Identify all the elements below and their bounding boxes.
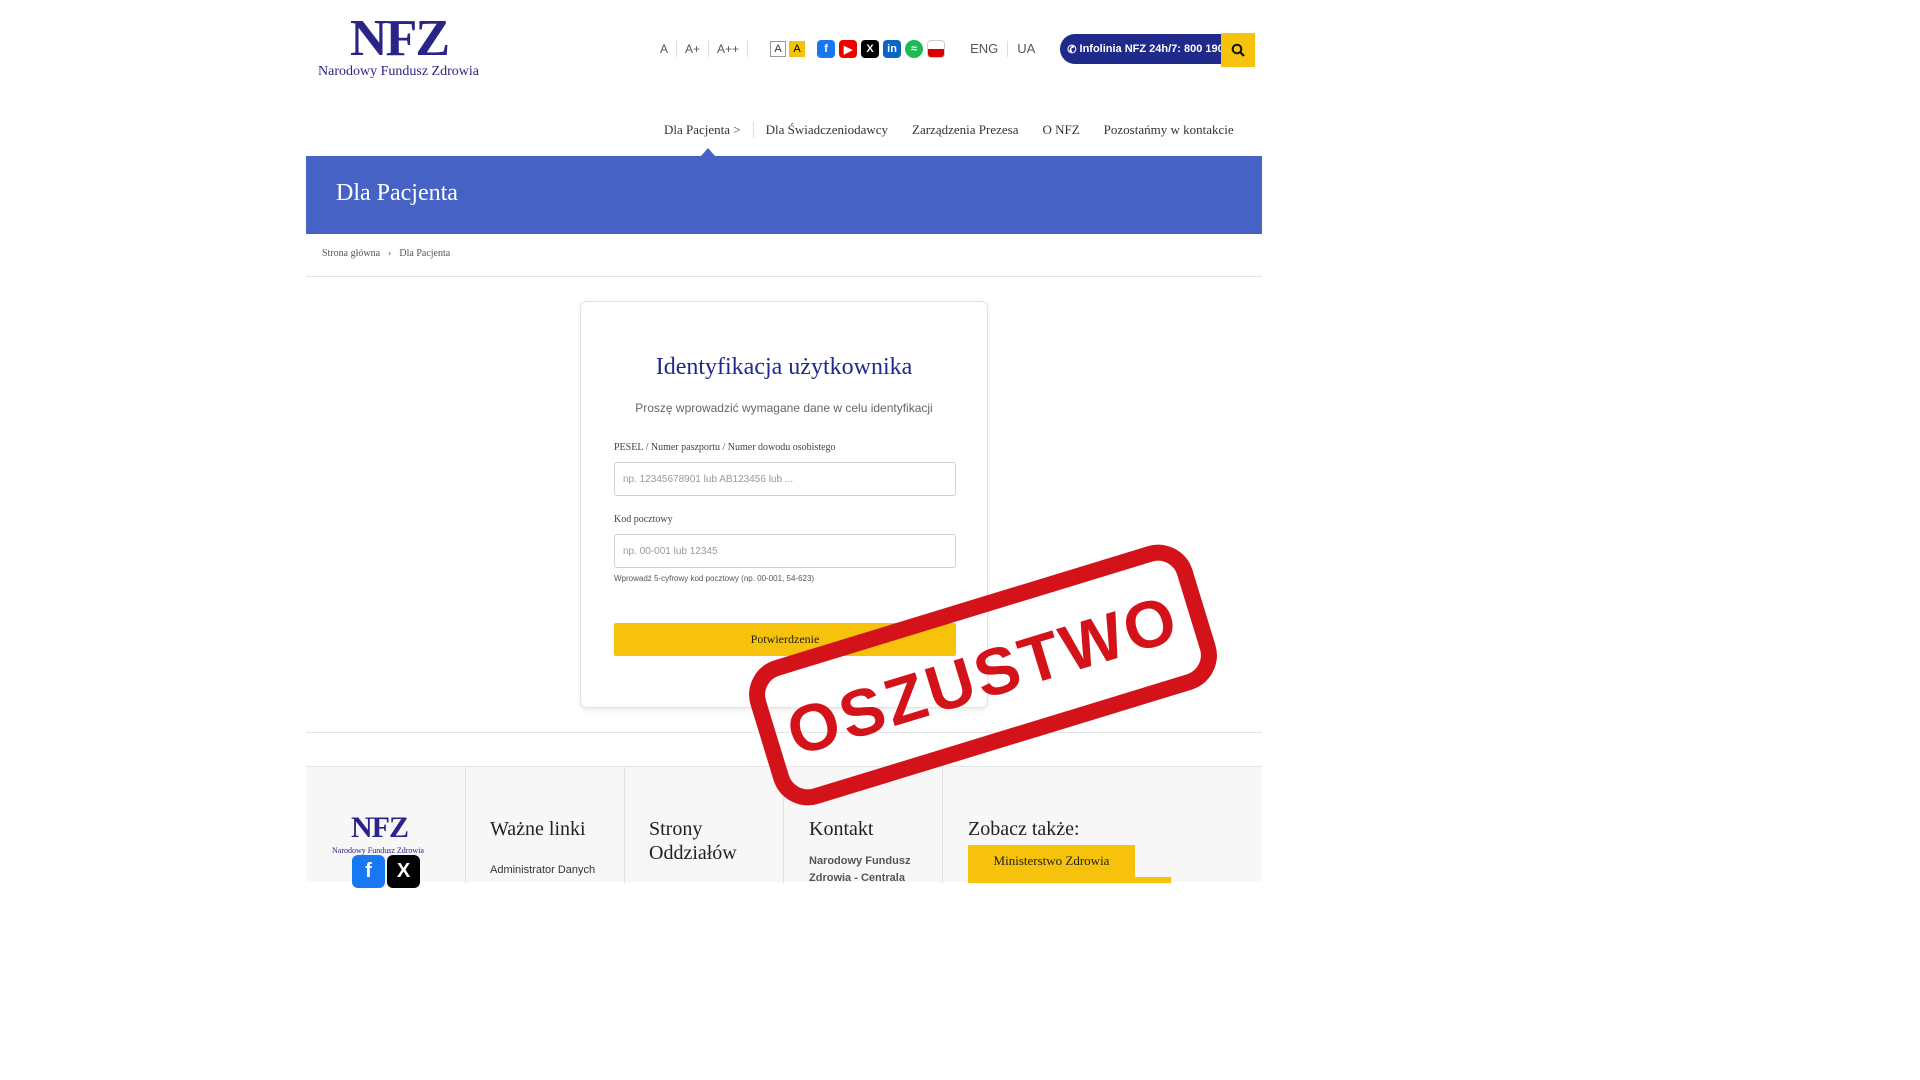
- footer: NFZ Narodowy Fundusz Zdrowia f X Ważne l…: [306, 766, 1262, 888]
- nav-pozostanmy-w-kontakcie[interactable]: Pozostańmy w kontakcie: [1092, 122, 1246, 138]
- contrast-high[interactable]: A: [789, 41, 806, 57]
- footer-x-icon[interactable]: X: [387, 855, 420, 888]
- form-title: Identyfikacja użytkownika: [655, 354, 913, 380]
- divider: [306, 276, 1262, 277]
- breadcrumb: Strona główna › Dla Pacjenta: [322, 248, 450, 259]
- footer-links-title: Ważne linki: [490, 818, 586, 840]
- breadcrumb-home[interactable]: Strona główna: [322, 248, 380, 259]
- id-number-input[interactable]: [614, 462, 956, 496]
- footer-facebook-icon[interactable]: f: [352, 855, 385, 888]
- font-size-large[interactable]: A+: [677, 41, 710, 57]
- logo-text: Narodowy Fundusz Zdrowia: [318, 64, 479, 79]
- nav-active-caret: [701, 148, 715, 156]
- identification-card: Identyfikacja użytkownika Proszę wprowad…: [580, 301, 988, 708]
- postal-code-label: Kod pocztowy: [614, 514, 673, 525]
- lang-eng[interactable]: ENG: [961, 41, 1009, 57]
- bip-icon[interactable]: [927, 40, 946, 58]
- search-button[interactable]: [1221, 33, 1255, 67]
- footer-link-administrator[interactable]: Administrator Danych: [490, 864, 595, 876]
- x-icon[interactable]: X: [861, 40, 880, 58]
- breadcrumb-current: Dla Pacjenta: [399, 248, 451, 259]
- nav-o-nfz[interactable]: O NFZ: [1030, 122, 1091, 138]
- footer-col-branches: Strony Oddziałów: [625, 767, 784, 883]
- contrast-switch: A A: [770, 41, 806, 57]
- breadcrumb-separator-icon: ›: [388, 248, 392, 259]
- ministerstwo-zdrowia-button[interactable]: Ministerstwo Zdrowia: [968, 845, 1135, 877]
- footer-col-links: Ważne linki Administrator Danych: [466, 767, 625, 883]
- page-title: Dla Pacjenta: [336, 180, 458, 206]
- nav-dla-pacjenta[interactable]: Dla Pacjenta >: [652, 122, 754, 138]
- postal-code-hint: Wprowadź 5-cyfrowy kod pocztowy (np. 00-…: [614, 574, 815, 583]
- footer-contact-text: Narodowy Fundusz Zdrowia - Centrala: [809, 855, 911, 884]
- footer-see-also-title: Zobacz także:: [968, 818, 1080, 840]
- contrast-default[interactable]: A: [770, 41, 787, 57]
- nav-zarzadzenia-prezesa[interactable]: Zarządzenia Prezesa: [900, 122, 1030, 138]
- phone-icon: ✆: [1067, 43, 1077, 56]
- footer-col-logo: NFZ Narodowy Fundusz Zdrowia f X: [306, 767, 466, 888]
- top-toolbar: A A+ A++ A A f ▶ X in ≈ ENG UA ✆ Infolin…: [652, 32, 1253, 66]
- divider: [306, 732, 1262, 733]
- spotify-icon[interactable]: ≈: [905, 40, 924, 58]
- nfz-logo[interactable]: NFZ Narodowy Fundusz Zdrowia: [318, 10, 493, 84]
- youtube-icon[interactable]: ▶: [839, 40, 858, 58]
- footer-branches-title: Strony Oddziałów: [649, 818, 737, 864]
- main-nav: Dla Pacjenta > Dla Świadczeniodawcy Zarz…: [652, 118, 1246, 142]
- lang-ua[interactable]: UA: [1008, 41, 1044, 57]
- linkedin-icon[interactable]: in: [883, 40, 902, 58]
- facebook-icon[interactable]: f: [817, 40, 836, 58]
- confirm-button[interactable]: Potwierdzenie: [614, 623, 956, 656]
- font-size-xlarge[interactable]: A++: [709, 41, 749, 57]
- id-field-label: PESEL / Numer paszportu / Numer dowodu o…: [614, 442, 836, 453]
- social-links: f ▶ X in ≈: [817, 40, 946, 58]
- postal-code-input[interactable]: [614, 534, 956, 568]
- see-also-next-button[interactable]: [968, 877, 1171, 883]
- form-subtitle: Proszę wprowadzić wymagane dane w celu i…: [635, 401, 933, 415]
- footer-contact-title: Kontakt: [809, 818, 874, 840]
- nav-dla-swiadczeniodawcy[interactable]: Dla Świadczeniodawcy: [754, 122, 900, 138]
- font-size-normal[interactable]: A: [652, 41, 678, 57]
- page-banner: Dla Pacjenta: [306, 156, 1262, 234]
- logo-mark: NFZ: [350, 10, 450, 67]
- footer-logo-text: Narodowy Fundusz Zdrowia: [332, 846, 424, 855]
- search-icon: [1231, 43, 1245, 57]
- footer-logo-mark: NFZ: [351, 811, 409, 844]
